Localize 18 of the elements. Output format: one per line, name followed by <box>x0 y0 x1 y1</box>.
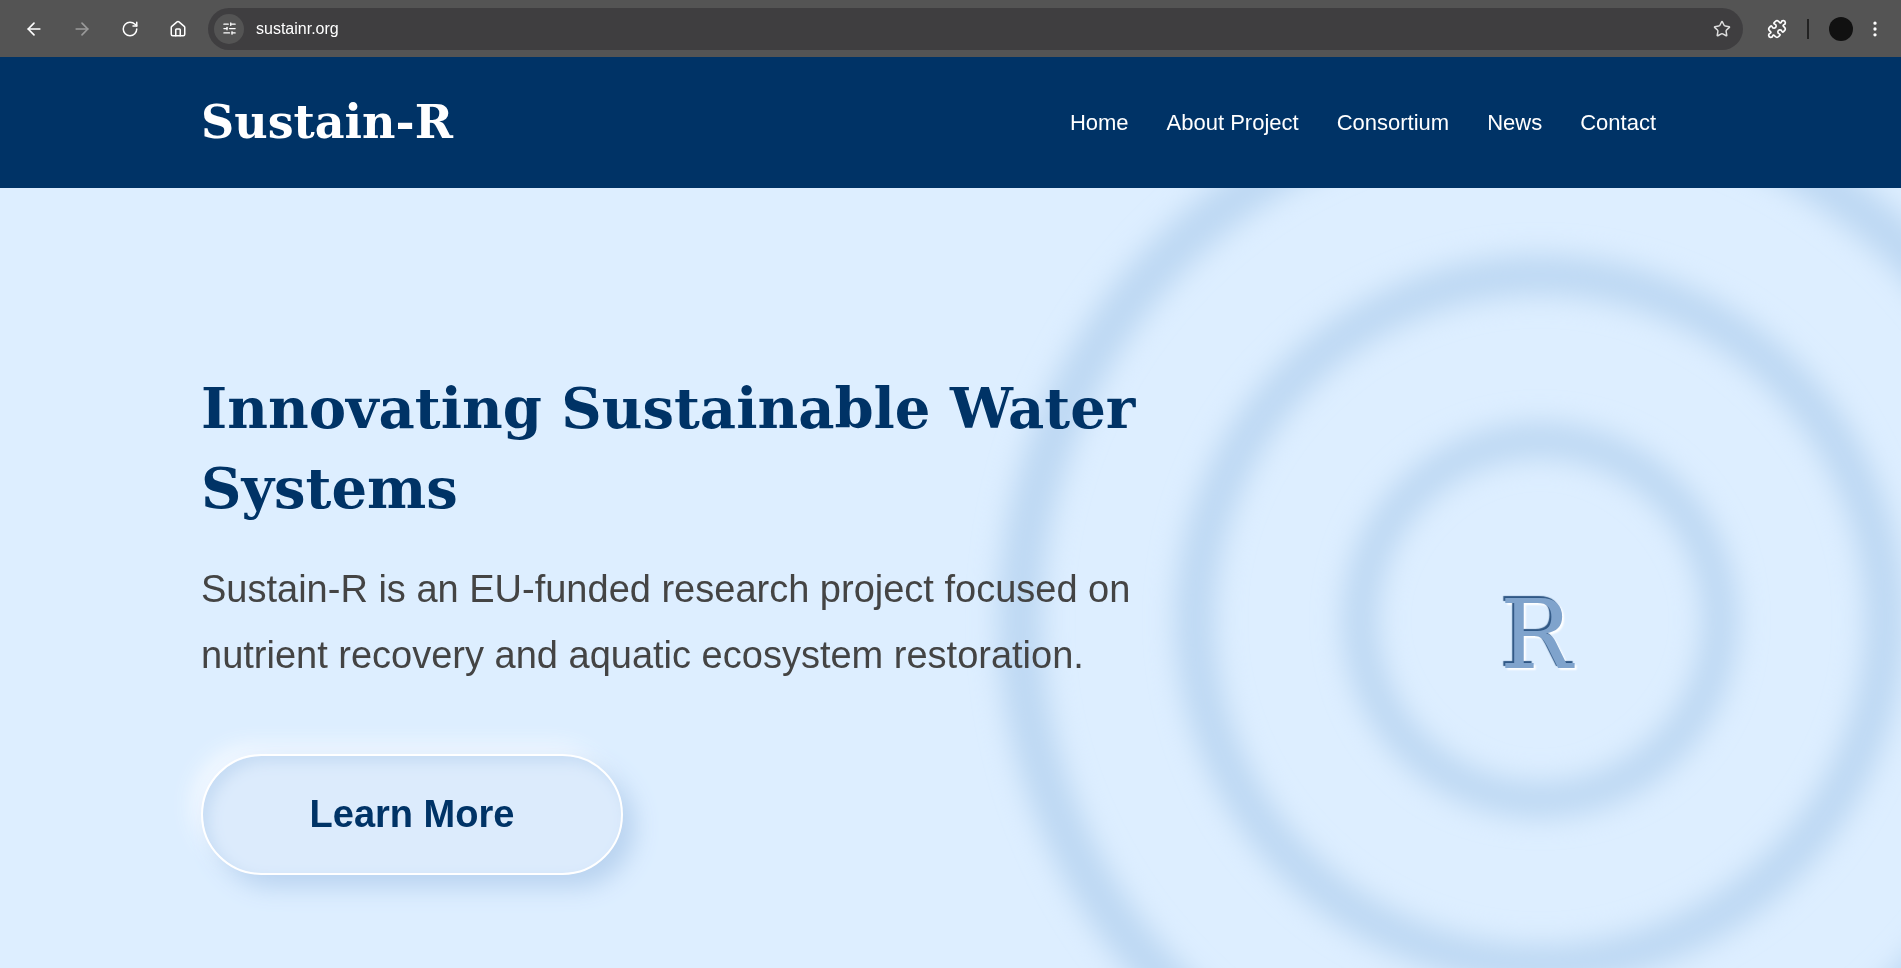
emblem-letter: R <box>1500 578 1573 693</box>
extensions-icon[interactable] <box>1767 18 1787 39</box>
site-logo[interactable]: Sustain-R <box>201 88 1070 157</box>
site-info-icon[interactable] <box>214 13 244 44</box>
nav-link[interactable]: Contact <box>1580 106 1656 139</box>
address-bar[interactable]: sustainr.org <box>208 7 1743 50</box>
hero-description: Sustain-R is an EU-funded research project focused on nutrient recovery and aquatic ecosystem restoration. <box>201 567 1132 678</box>
hero-heading: Innovating Sustainable Water Systems <box>201 374 1137 523</box>
bookmark-star-icon[interactable] <box>1713 19 1731 38</box>
nav-link[interactable]: About Project <box>1166 106 1299 139</box>
profile-avatar[interactable] <box>1829 16 1853 41</box>
reload-icon <box>121 19 139 38</box>
home-icon <box>169 19 187 38</box>
nav-link[interactable]: Home <box>1069 106 1129 139</box>
nav-link[interactable]: Consortium <box>1336 106 1450 139</box>
nav-link[interactable]: News <box>1487 106 1543 139</box>
url-text: sustainr.org <box>256 18 340 39</box>
learn-more-button[interactable]: Learn More <box>201 754 623 875</box>
